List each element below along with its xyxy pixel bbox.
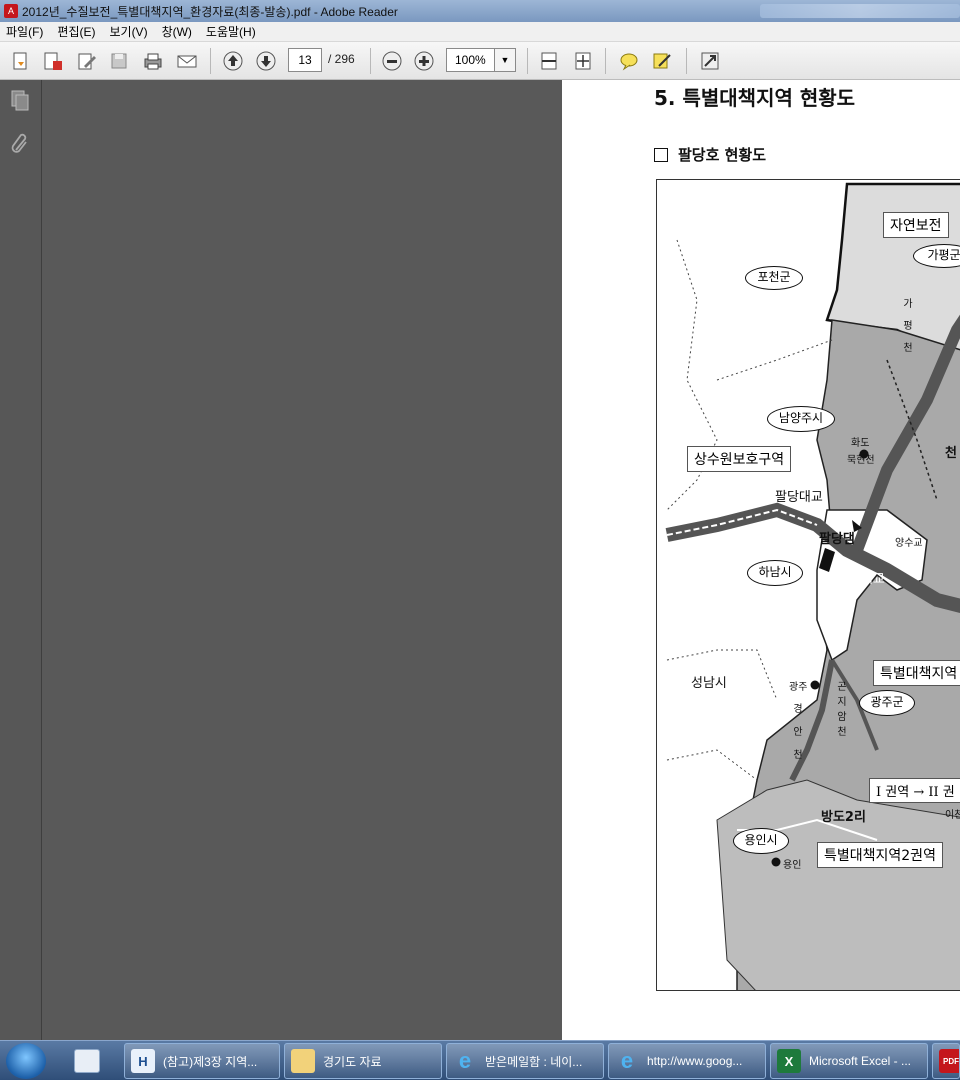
excel-icon: X xyxy=(777,1049,801,1073)
hwp-icon: H xyxy=(131,1049,155,1073)
menu-file[interactable]: 파일(F) xyxy=(6,23,43,40)
taskbar-item-excel[interactable]: X Microsoft Excel - ... xyxy=(770,1043,928,1079)
label-yongin-point: 용인 xyxy=(783,860,802,871)
taskbar-item-label: 경기도 자료 xyxy=(323,1054,382,1069)
title-bar-blur xyxy=(760,4,960,18)
paldang-map: 자연보전 가평군 포천군 남양주시 상수원보호구역 팔당대교 팔당댐 양수교 하… xyxy=(656,179,960,991)
label-nature-reserve: 자연보전 xyxy=(883,212,949,238)
map-dot-yongin xyxy=(771,857,781,867)
fit-width-icon[interactable] xyxy=(536,48,562,74)
subheading-text: 팔당호 현황도 xyxy=(678,146,767,164)
page-heading: 5. 특별대책지역 현황도 xyxy=(654,86,856,110)
label-ijeong: 이천 xyxy=(945,810,960,821)
label-yangsu-bridge-small: 양수교 xyxy=(895,538,923,549)
document-background xyxy=(42,80,562,1040)
label-hanam: 하남시 xyxy=(747,560,803,586)
print-icon[interactable] xyxy=(140,48,166,74)
label-mukhyeon-stream: 묵현천 xyxy=(847,455,875,466)
fit-page-icon[interactable] xyxy=(570,48,596,74)
navigation-pane xyxy=(0,80,42,1040)
start-button[interactable] xyxy=(6,1043,46,1079)
media-player-icon[interactable] xyxy=(74,1049,100,1073)
folder-icon xyxy=(291,1049,315,1073)
label-hwado: 화도 xyxy=(851,438,870,449)
sign-icon[interactable] xyxy=(649,48,675,74)
menu-view[interactable]: 보기(V) xyxy=(109,23,147,40)
save-icon[interactable] xyxy=(106,48,132,74)
toolbar-separator xyxy=(686,48,687,74)
page-total-label: / 296 xyxy=(328,52,355,66)
pdf-icon: PDF xyxy=(939,1049,959,1073)
label-special-zone-2: 특별대책지역2권역 xyxy=(817,842,943,868)
label-paldang-dam: 팔당댐 xyxy=(819,532,855,547)
taskbar-item-label: 받은메일함 : 네이... xyxy=(485,1054,583,1069)
label-bangdo: 방도2리 xyxy=(821,810,866,825)
open-icon[interactable] xyxy=(8,48,34,74)
taskbar-item-label: (참고)제3장 지역... xyxy=(163,1054,258,1069)
label-paldang-bridge: 팔당대교 xyxy=(775,490,823,505)
next-page-icon[interactable] xyxy=(253,48,279,74)
previous-page-icon[interactable] xyxy=(220,48,246,74)
taskbar-item-hwp[interactable]: H (참고)제3장 지역... xyxy=(124,1043,280,1079)
page-number-input[interactable]: 13 xyxy=(288,48,322,72)
toolbar-separator xyxy=(605,48,606,74)
title-bar: A 2012년_수질보전_특별대책지역_환경자료(최종-발송).pdf - Ad… xyxy=(0,0,960,22)
adobe-reader-icon: A xyxy=(4,4,18,18)
chevron-down-icon: ▼ xyxy=(500,55,510,65)
create-pdf-icon[interactable] xyxy=(40,48,66,74)
zoom-dropdown-button[interactable]: ▼ xyxy=(494,48,516,72)
window-title: 2012년_수질보전_특별대책지역_환경자료(최종-발송).pdf - Adob… xyxy=(22,4,398,19)
comment-icon[interactable] xyxy=(616,48,642,74)
taskbar-item-folder[interactable]: 경기도 자료 xyxy=(284,1043,442,1079)
full-screen-icon[interactable] xyxy=(697,48,723,74)
email-icon[interactable] xyxy=(174,48,200,74)
toolbar-separator xyxy=(370,48,371,74)
map-boundary-line xyxy=(666,749,758,781)
label-cheon: 천 xyxy=(945,446,957,461)
menu-bar: 파일(F) 편집(E) 보기(V) 창(W) 도움말(H) xyxy=(0,22,960,42)
label-gwangju-gun: 광주군 xyxy=(859,690,915,716)
label-namyangju: 남양주시 xyxy=(767,406,835,432)
menu-help[interactable]: 도움말(H) xyxy=(206,23,256,40)
label-seongnam: 성남시 xyxy=(691,676,727,691)
zoom-out-icon[interactable] xyxy=(379,48,405,74)
taskbar-item-google[interactable]: e http://www.goog... xyxy=(608,1043,766,1079)
pages-icon[interactable] xyxy=(8,88,32,112)
attachments-icon[interactable] xyxy=(8,132,32,156)
menu-window[interactable]: 창(W) xyxy=(162,23,192,40)
label-gyeongan-stream: 경안천 xyxy=(793,704,803,761)
toolbar-separator xyxy=(210,48,211,74)
checkbox-square-icon xyxy=(654,147,668,162)
map-dot-gwangju xyxy=(810,680,820,690)
label-pocheon: 포천군 xyxy=(745,266,803,290)
toolbar-separator xyxy=(527,48,528,74)
taskbar-item-label: http://www.goog... xyxy=(647,1054,743,1068)
label-gwangju-point: 광주 xyxy=(789,682,808,693)
label-water-protection-zone: 상수원보호구역 xyxy=(687,446,792,472)
label-gapyeong-stream: 가평천 xyxy=(903,299,913,354)
map-boundary-line xyxy=(716,339,833,381)
taskbar-item-pdf[interactable]: PDF xyxy=(932,1043,960,1079)
edit-icon[interactable] xyxy=(74,48,100,74)
internet-explorer-icon: e xyxy=(458,1048,472,1073)
taskbar: H (참고)제3장 지역... 경기도 자료 e 받은메일함 : 네이... e… xyxy=(0,1040,960,1080)
menu-edit[interactable]: 편집(E) xyxy=(57,23,95,40)
zoom-in-icon[interactable] xyxy=(411,48,437,74)
label-special-zone-1: 특별대책지역 xyxy=(873,660,960,686)
internet-explorer-icon: e xyxy=(620,1048,634,1073)
taskbar-item-label: Microsoft Excel - ... xyxy=(809,1054,912,1068)
taskbar-item-mail[interactable]: e 받은메일함 : 네이... xyxy=(446,1043,604,1079)
document-page: 5. 특별대책지역 현황도 팔당호 현황도 자연보전 가평군 포천군 남양주시 … xyxy=(562,80,960,1040)
label-gonjiam-stream: 곤지암천 xyxy=(837,682,847,738)
label-yangsu-bridge: 양수대교 xyxy=(837,572,885,587)
label-zone-change: I 권역 → II 권 xyxy=(869,778,960,803)
label-yongin: 용인시 xyxy=(733,828,789,854)
map-subheading: 팔당호 현황도 xyxy=(654,144,766,165)
